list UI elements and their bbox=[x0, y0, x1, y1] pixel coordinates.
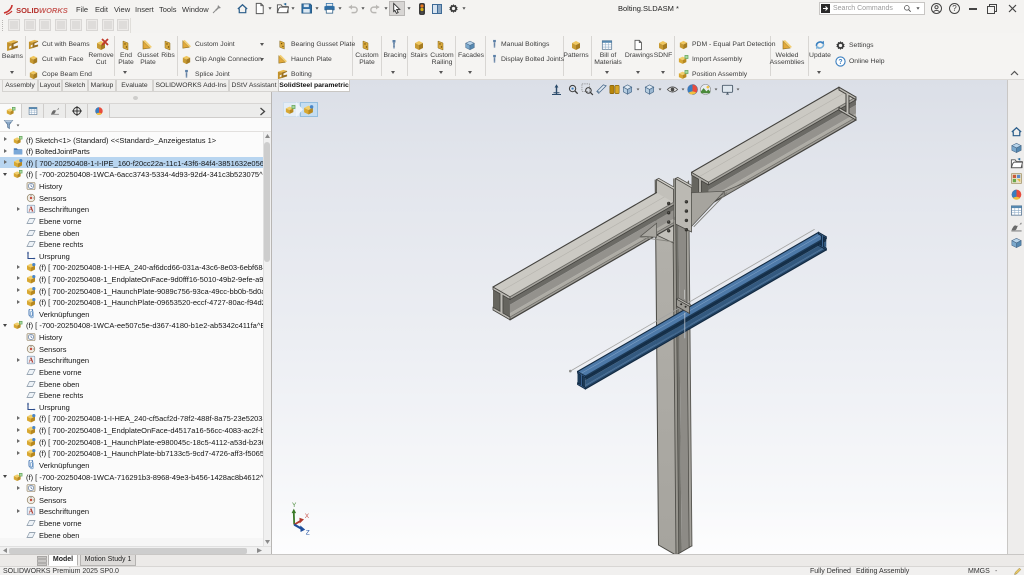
svg-text:Y: Y bbox=[292, 502, 297, 509]
svg-text:X: X bbox=[305, 513, 310, 520]
svg-text:Z: Z bbox=[306, 530, 310, 537]
svg-text:?: ? bbox=[952, 4, 957, 13]
